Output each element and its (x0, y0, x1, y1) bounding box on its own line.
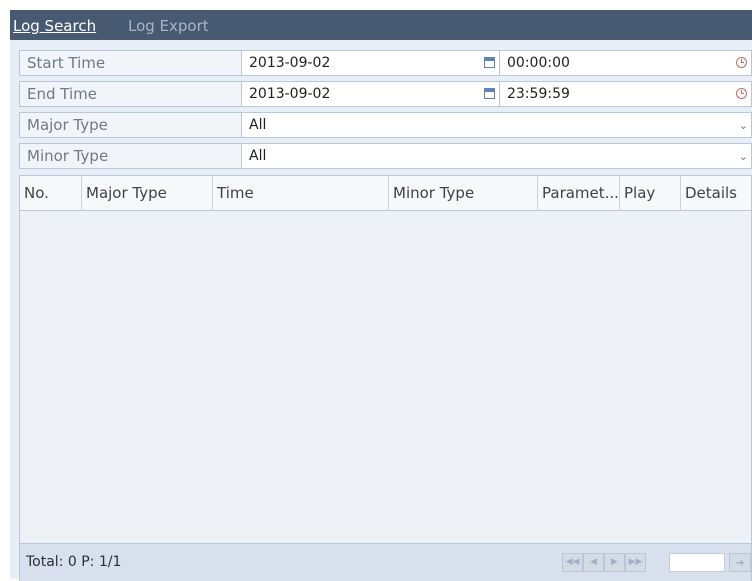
log-table: No. Major Type Time Minor Type Paramet..… (19, 175, 752, 581)
end-date-value: 2013-09-02 (249, 86, 331, 102)
start-time-row: Start Time 2013-09-02 00:00:00 (19, 50, 752, 80)
log-search-panel: Log Search Log Export Start Time 2013-09… (10, 10, 752, 581)
minor-type-row: Minor Type All ⌄ (19, 143, 752, 173)
last-page-icon: ▶▶ (628, 557, 643, 567)
major-type-value: All (249, 117, 267, 133)
column-header-details[interactable]: Details (681, 176, 751, 210)
tab-log-export[interactable]: Log Export (128, 17, 209, 35)
go-button[interactable]: ➜ (729, 553, 751, 572)
end-time-row: End Time 2013-09-02 23:59:59 (19, 81, 752, 111)
first-page-icon: ◀◀ (565, 557, 580, 567)
major-type-row: Major Type All ⌄ (19, 112, 752, 142)
minor-type-label: Minor Type (19, 143, 242, 169)
column-header-parameter[interactable]: Paramet... (538, 176, 620, 210)
start-time-field[interactable]: 00:00:00 (499, 50, 752, 76)
last-page-button[interactable]: ▶▶ (625, 553, 646, 572)
table-footer: Total: 0 P: 1/1 ◀◀ ◀ ▶ ▶▶ ➜ (20, 543, 751, 581)
minor-type-value: All (249, 148, 267, 164)
total-page-info: Total: 0 P: 1/1 (26, 554, 122, 570)
next-page-icon: ▶ (611, 557, 618, 567)
column-header-play[interactable]: Play (620, 176, 681, 210)
next-page-button[interactable]: ▶ (604, 553, 625, 572)
column-header-major-type[interactable]: Major Type (82, 176, 213, 210)
end-time-value: 23:59:59 (507, 86, 570, 102)
major-type-label: Major Type (19, 112, 242, 138)
tab-bar: Log Search Log Export (10, 10, 752, 40)
go-arrow-icon: ➜ (735, 556, 745, 569)
column-header-time[interactable]: Time (213, 176, 389, 210)
start-time-label: Start Time (19, 50, 242, 76)
table-body (20, 211, 751, 543)
clock-icon[interactable] (736, 88, 747, 99)
search-form: Start Time 2013-09-02 00:00:00 End Time … (19, 50, 752, 176)
clock-icon[interactable] (736, 57, 747, 68)
page-number-input[interactable] (669, 553, 725, 572)
chevron-down-icon[interactable]: ⌄ (739, 144, 748, 170)
start-date-field[interactable]: 2013-09-02 (241, 50, 500, 76)
column-header-minor-type[interactable]: Minor Type (389, 176, 538, 210)
start-time-value: 00:00:00 (507, 55, 570, 71)
table-header: No. Major Type Time Minor Type Paramet..… (20, 176, 751, 211)
calendar-icon[interactable] (484, 88, 495, 99)
chevron-down-icon[interactable]: ⌄ (739, 113, 748, 139)
previous-page-icon: ◀ (590, 557, 597, 567)
previous-page-button[interactable]: ◀ (583, 553, 604, 572)
minor-type-select[interactable]: All ⌄ (241, 143, 752, 169)
start-date-value: 2013-09-02 (249, 55, 331, 71)
tab-log-search[interactable]: Log Search (13, 17, 96, 35)
end-date-field[interactable]: 2013-09-02 (241, 81, 500, 107)
end-time-field[interactable]: 23:59:59 (499, 81, 752, 107)
first-page-button[interactable]: ◀◀ (562, 553, 583, 572)
end-time-label: End Time (19, 81, 242, 107)
column-header-no[interactable]: No. (20, 176, 82, 210)
major-type-select[interactable]: All ⌄ (241, 112, 752, 138)
calendar-icon[interactable] (484, 57, 495, 68)
